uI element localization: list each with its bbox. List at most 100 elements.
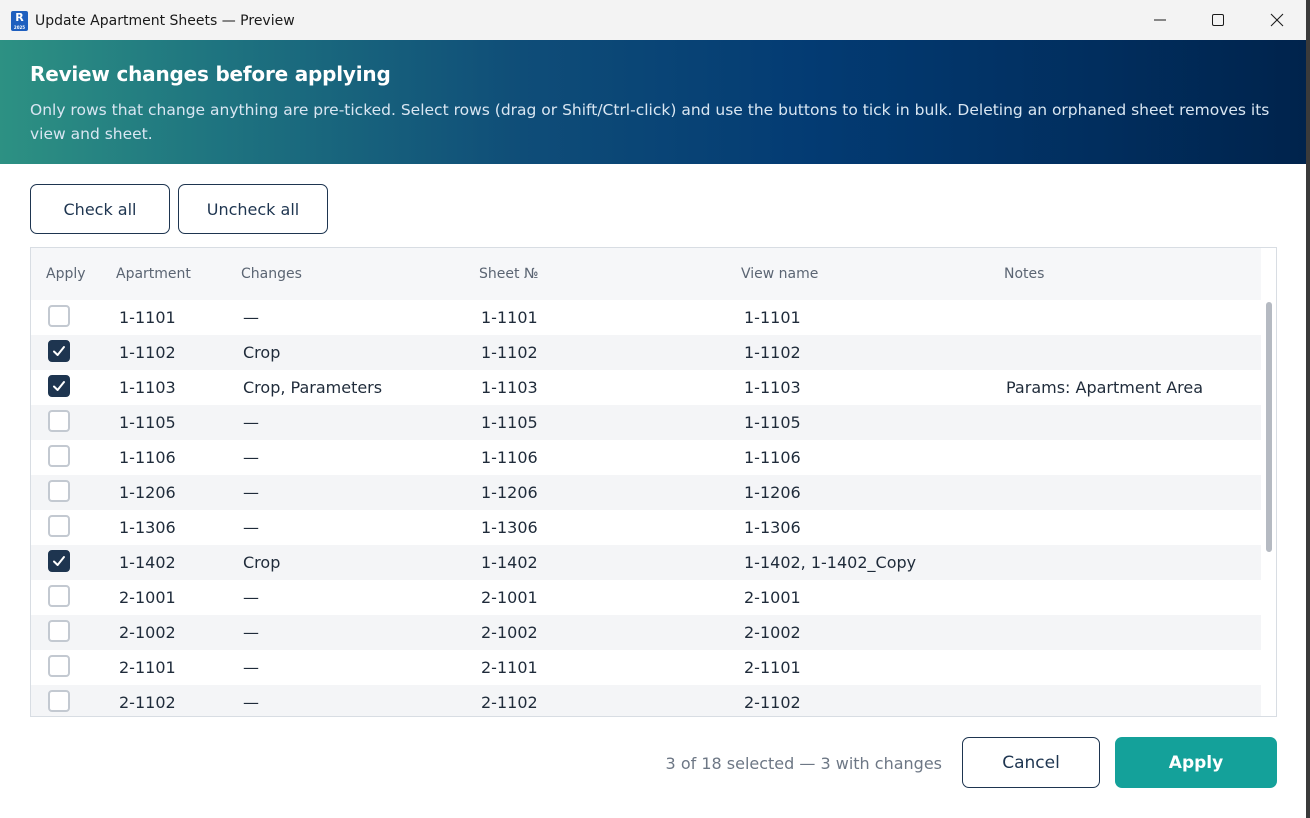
selection-status: 3 of 18 selected — 3 with changes <box>665 754 942 773</box>
cell-sheet-number: 2-1102 <box>481 693 538 712</box>
table-scrollbar[interactable] <box>1263 300 1273 716</box>
cell-changes: — <box>243 413 259 432</box>
column-header-changes[interactable]: Changes <box>241 266 302 282</box>
cell-changes: — <box>243 448 259 467</box>
cell-changes: — <box>243 693 259 712</box>
app-icon-year: 2025 <box>13 25 26 30</box>
apply-checkbox[interactable] <box>48 340 70 362</box>
revit-app-icon: R 2025 <box>11 11 28 31</box>
column-header-apartment[interactable]: Apartment <box>116 266 191 282</box>
banner-heading: Review changes before applying <box>30 62 391 86</box>
background-edge <box>1306 0 1310 818</box>
cell-sheet-number: 1-1206 <box>481 483 538 502</box>
cell-changes: — <box>243 483 259 502</box>
cell-sheet-number: 1-1105 <box>481 413 538 432</box>
apply-button[interactable]: Apply <box>1115 737 1277 788</box>
table-row[interactable]: 2-1101 — 2-1101 2-1101 <box>31 650 1261 685</box>
cell-view-name: 1-1306 <box>744 518 801 537</box>
cell-apartment: 1-1306 <box>119 518 176 537</box>
minimize-icon <box>1154 19 1166 21</box>
cell-apartment: 2-1102 <box>119 693 176 712</box>
cell-sheet-number: 1-1102 <box>481 343 538 362</box>
cell-apartment: 1-1105 <box>119 413 176 432</box>
table-row[interactable]: 1-1102 Crop 1-1102 1-1102 <box>31 335 1261 370</box>
cell-changes: Crop <box>243 553 281 572</box>
checkmark-icon <box>53 556 65 566</box>
table-row[interactable]: 1-1105 — 1-1105 1-1105 <box>31 405 1261 440</box>
table-row[interactable]: 2-1002 — 2-1002 2-1002 <box>31 615 1261 650</box>
table-row[interactable]: 2-1102 — 2-1102 2-1102 <box>31 685 1261 716</box>
table-row[interactable]: 1-1101 — 1-1101 1-1101 <box>31 300 1261 335</box>
title-bar[interactable]: R 2025 Update Apartment Sheets — Preview <box>0 0 1306 40</box>
cancel-button[interactable]: Cancel <box>962 737 1100 788</box>
app-icon-letter: R <box>15 11 24 24</box>
cell-apartment: 1-1206 <box>119 483 176 502</box>
changes-table: Apply Apartment Changes Sheet № View nam… <box>30 247 1277 717</box>
cell-view-name: 1-1102 <box>744 343 801 362</box>
apply-checkbox[interactable] <box>48 410 70 432</box>
cell-sheet-number: 2-1002 <box>481 623 538 642</box>
maximize-icon <box>1212 14 1224 26</box>
apply-checkbox[interactable] <box>48 585 70 607</box>
cell-apartment: 1-1101 <box>119 308 176 327</box>
close-icon <box>1270 13 1284 27</box>
apply-checkbox[interactable] <box>48 445 70 467</box>
cell-changes: — <box>243 623 259 642</box>
cell-changes: — <box>243 658 259 677</box>
close-button[interactable] <box>1248 0 1306 40</box>
cell-apartment: 1-1402 <box>119 553 176 572</box>
check-all-button[interactable]: Check all <box>30 184 170 234</box>
cell-view-name: 1-1402, 1-1402_Copy <box>744 553 917 572</box>
cell-view-name: 1-1106 <box>744 448 801 467</box>
scrollbar-thumb[interactable] <box>1266 302 1272 552</box>
column-header-view-name[interactable]: View name <box>741 266 818 282</box>
checkmark-icon <box>53 381 65 391</box>
cell-view-name: 1-1101 <box>744 308 801 327</box>
apply-checkbox[interactable] <box>48 550 70 572</box>
banner-description: Only rows that change anything are pre-t… <box>30 101 1270 143</box>
cell-view-name: 2-1002 <box>744 623 801 642</box>
cell-sheet-number: 1-1101 <box>481 308 538 327</box>
apply-checkbox[interactable] <box>48 620 70 642</box>
apply-checkbox[interactable] <box>48 515 70 537</box>
cell-sheet-number: 2-1001 <box>481 588 538 607</box>
cell-apartment: 2-1101 <box>119 658 176 677</box>
cell-sheet-number: 2-1101 <box>481 658 538 677</box>
apply-checkbox[interactable] <box>48 690 70 712</box>
column-header-sheet-number[interactable]: Sheet № <box>479 266 539 282</box>
maximize-button[interactable] <box>1189 0 1247 40</box>
table-row[interactable]: 1-1103 Crop, Parameters 1-1103 1-1103 Params… <box>31 370 1261 405</box>
cell-sheet-number: 1-1402 <box>481 553 538 572</box>
cell-notes: Params: Apartment Area <box>1006 378 1204 397</box>
apply-checkbox[interactable] <box>48 655 70 677</box>
cell-view-name: 2-1001 <box>744 588 801 607</box>
cell-changes: Crop <box>243 343 281 362</box>
table-row[interactable]: 1-1306 — 1-1306 1-1306 <box>31 510 1261 545</box>
table-row[interactable]: 1-1206 — 1-1206 1-1206 <box>31 475 1261 510</box>
cell-changes: — <box>243 308 259 327</box>
apply-checkbox[interactable] <box>48 305 70 327</box>
uncheck-all-button[interactable]: Uncheck all <box>178 184 328 234</box>
header-banner: Review changes before applying Only rows… <box>0 40 1306 164</box>
column-header-apply[interactable]: Apply <box>46 266 86 282</box>
cell-view-name: 2-1101 <box>744 658 801 677</box>
cell-apartment: 1-1106 <box>119 448 176 467</box>
table-row[interactable]: 1-1402 Crop 1-1402 1-1402, 1-1402_Copy <box>31 545 1261 580</box>
cell-apartment: 1-1103 <box>119 378 176 397</box>
apply-checkbox[interactable] <box>48 375 70 397</box>
cell-apartment: 2-1002 <box>119 623 176 642</box>
dialog-window: R 2025 Update Apartment Sheets — Preview… <box>0 0 1307 818</box>
window-title: Update Apartment Sheets — Preview <box>35 13 295 29</box>
cell-sheet-number: 1-1106 <box>481 448 538 467</box>
column-header-notes[interactable]: Notes <box>1004 266 1044 282</box>
cell-apartment: 1-1102 <box>119 343 176 362</box>
cell-view-name: 1-1206 <box>744 483 801 502</box>
table-body: 1-1101—1-1101 1-1101 1-1102 Crop 1-1102 1-110… <box>31 300 1261 716</box>
minimize-button[interactable] <box>1131 0 1189 40</box>
cell-changes: Crop, Parameters <box>243 378 383 397</box>
table-row[interactable]: 1-1106 — 1-1106 1-1106 <box>31 440 1261 475</box>
table-row[interactable]: 2-1001 — 2-1001 2-1001 <box>31 580 1261 615</box>
cell-changes: — <box>243 588 259 607</box>
apply-checkbox[interactable] <box>48 480 70 502</box>
cell-sheet-number: 1-1306 <box>481 518 538 537</box>
